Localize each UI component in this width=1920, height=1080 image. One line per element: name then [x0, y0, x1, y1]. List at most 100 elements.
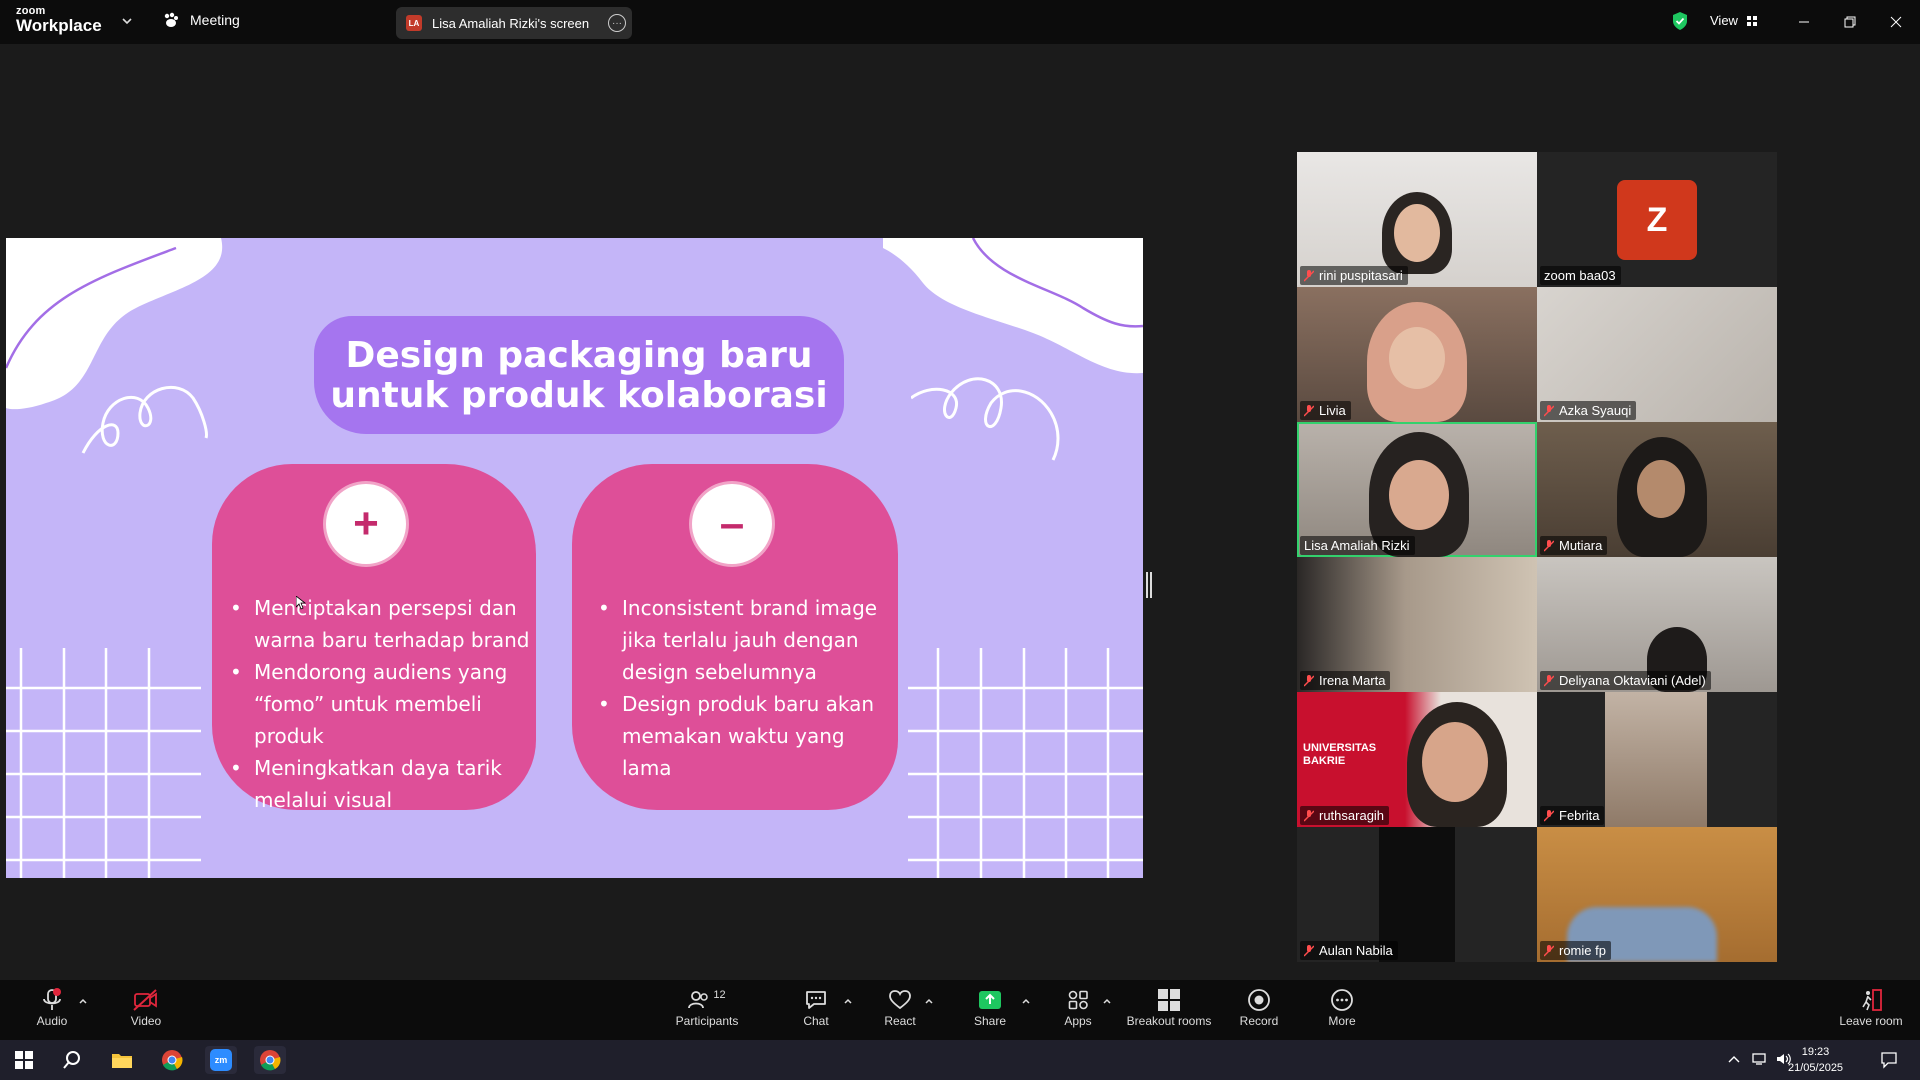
meeting-info-button[interactable]: Meeting [162, 12, 240, 28]
slide-title-line-2: untuk produk kolaborasi [330, 375, 828, 416]
zoom-logo[interactable]: zoom Workplace [16, 6, 102, 35]
view-label: View [1710, 13, 1738, 28]
participant-name: romie fp [1559, 943, 1606, 958]
decorative-grid-right [908, 648, 1143, 878]
chat-button[interactable]: Chat [796, 986, 836, 1028]
mic-muted-icon [1304, 674, 1314, 686]
apps-icon [1068, 990, 1088, 1010]
participant-name-tag: zoom baa03 [1540, 266, 1621, 285]
zoom-taskbar-icon[interactable]: zm [205, 1046, 237, 1074]
mic-muted-icon [1544, 674, 1554, 686]
share-screen-icon [979, 991, 1001, 1009]
participant-name: Livia [1319, 403, 1346, 418]
leave-room-button[interactable]: Leave room [1836, 986, 1906, 1028]
clock-date: 21/05/2025 [1788, 1062, 1844, 1074]
mic-muted-icon [1304, 809, 1314, 821]
react-options-caret-icon[interactable] [924, 996, 934, 1006]
breakout-rooms-label: Breakout rooms [1126, 1014, 1212, 1028]
tray-overflow-icon[interactable] [1728, 1054, 1740, 1064]
more-icon [1331, 989, 1353, 1011]
participant-avatar: Z [1617, 180, 1697, 260]
windows-start-icon[interactable] [8, 1046, 40, 1074]
chat-options-caret-icon[interactable] [843, 996, 853, 1006]
cons-list: Inconsistent brand image jika terlalu ja… [598, 592, 888, 784]
slide-title: Design packaging baru untuk produk kolab… [314, 336, 844, 416]
video-tile[interactable]: rini puspitasari [1297, 152, 1537, 287]
minimize-icon[interactable] [1792, 10, 1816, 34]
chevron-down-icon[interactable] [120, 14, 134, 28]
shared-screen: Design packaging baru untuk produk kolab… [6, 238, 1143, 878]
audio-options-caret-icon[interactable] [78, 996, 88, 1006]
video-tile[interactable]: UNIVERSITAS BAKRIE ruthsaragih [1297, 692, 1537, 827]
meeting-paw-icon [164, 12, 178, 27]
participant-name-tag: Livia [1300, 401, 1351, 420]
video-tile[interactable]: Deliyana Oktaviani (Adel) [1537, 557, 1777, 692]
audio-button[interactable]: Audio [32, 986, 72, 1028]
video-tile[interactable]: Irena Marta [1297, 557, 1537, 692]
breakout-rooms-button[interactable]: Breakout rooms [1124, 986, 1214, 1028]
share-options-caret-icon[interactable] [1021, 996, 1031, 1006]
mic-muted-icon [1544, 809, 1554, 821]
view-button[interactable]: View [1710, 13, 1758, 28]
participant-name: Azka Syauqi [1559, 403, 1632, 418]
system-clock[interactable]: 19:23 21/05/2025 [1788, 1044, 1843, 1076]
participant-name: Aulan Nabila [1319, 943, 1393, 958]
react-button[interactable]: React [880, 986, 920, 1028]
participant-name: Lisa Amaliah Rizki [1304, 538, 1410, 553]
network-icon[interactable] [1752, 1052, 1768, 1066]
record-label: Record [1239, 1014, 1279, 1028]
meeting-main-area: Design packaging baru untuk produk kolab… [0, 44, 1920, 980]
pros-list: Menciptakan persepsi dan warna baru terh… [230, 592, 536, 816]
video-tile[interactable]: Mutiara [1537, 422, 1777, 557]
participant-name: rini puspitasari [1319, 268, 1403, 283]
video-tile[interactable]: Livia [1297, 287, 1537, 422]
chat-icon [806, 991, 826, 1009]
video-tile[interactable]: romie fp [1537, 827, 1777, 962]
chrome-active-icon[interactable] [254, 1046, 286, 1074]
apps-options-caret-icon[interactable] [1102, 996, 1112, 1006]
grid-view-icon [1746, 15, 1757, 26]
file-explorer-icon[interactable] [106, 1046, 138, 1074]
panel-resize-handle[interactable] [1146, 572, 1152, 598]
cons-item: Inconsistent brand image jika terlalu ja… [598, 592, 888, 688]
microphone-icon [43, 988, 61, 1010]
video-button[interactable]: Video [126, 986, 166, 1028]
title-bar: zoom Workplace Meeting LA Lisa Amaliah R… [0, 0, 1920, 44]
participants-button[interactable]: 12 Participants [672, 986, 742, 1028]
participant-name: Irena Marta [1319, 673, 1386, 688]
record-button[interactable]: Record [1237, 986, 1281, 1028]
participant-name: Mutiara [1559, 538, 1603, 553]
apps-button[interactable]: Apps [1058, 986, 1098, 1028]
more-button[interactable]: More [1322, 986, 1362, 1028]
meeting-controls: Audio Video 12 Participants Chat React S… [0, 980, 1920, 1040]
participant-name-tag: rini puspitasari [1300, 266, 1408, 285]
leave-room-label: Leave room [1839, 1014, 1903, 1028]
search-icon[interactable] [56, 1046, 88, 1074]
restore-icon[interactable] [1838, 10, 1862, 34]
more-options-icon[interactable]: ··· [608, 14, 626, 32]
video-tile[interactable]: Febrita [1537, 692, 1777, 827]
participant-gallery: rini puspitasari Z zoom baa03 Livia Azka… [1297, 152, 1777, 962]
notifications-icon[interactable] [1880, 1051, 1898, 1069]
decorative-squiggle-left [81, 385, 208, 454]
pros-item: Menciptakan persepsi dan warna baru terh… [230, 592, 536, 656]
chrome-icon[interactable] [156, 1046, 188, 1074]
video-tile-active-speaker[interactable]: Lisa Amaliah Rizki [1297, 422, 1537, 557]
cons-item: Design produk baru akan memakan waktu ya… [598, 688, 888, 784]
mic-muted-icon [1304, 269, 1314, 281]
share-button[interactable]: Share [970, 986, 1010, 1028]
participant-name-tag: Aulan Nabila [1300, 941, 1398, 960]
leave-door-icon [1862, 989, 1882, 1011]
participant-name-tag: Mutiara [1540, 536, 1608, 555]
encryption-shield-icon[interactable] [1671, 11, 1689, 31]
apps-label: Apps [1064, 1014, 1092, 1028]
participant-name-tag: Azka Syauqi [1540, 401, 1637, 420]
video-tile[interactable]: Aulan Nabila [1297, 827, 1537, 962]
close-icon[interactable] [1884, 10, 1908, 34]
screen-share-pill[interactable]: LA Lisa Amaliah Rizki's screen ··· [396, 7, 632, 39]
participant-name-tag: Lisa Amaliah Rizki [1300, 536, 1415, 555]
plus-icon: + [326, 484, 406, 564]
audio-label: Audio [36, 1014, 68, 1028]
video-tile[interactable]: Azka Syauqi [1537, 287, 1777, 422]
video-tile[interactable]: Z zoom baa03 [1537, 152, 1777, 287]
